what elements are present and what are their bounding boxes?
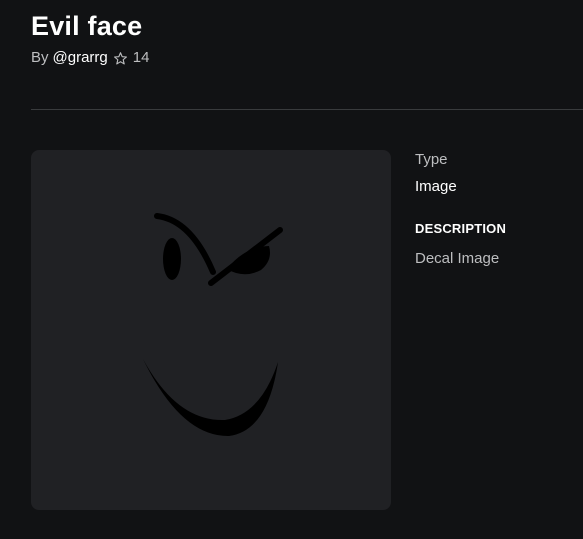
- item-title: Evil face: [31, 11, 143, 41]
- star-outline-icon[interactable]: [113, 51, 128, 66]
- evil-face-image: [143, 213, 283, 437]
- type-label: Type: [415, 151, 448, 168]
- item-details-page: Evil face By @grarrg 14 Type Image DESCR…: [0, 0, 583, 539]
- by-label: By: [31, 49, 49, 66]
- item-byline: By @grarrg 14: [31, 48, 149, 68]
- creator-link[interactable]: @grarrg: [53, 48, 108, 68]
- description-heading: DESCRIPTION: [415, 221, 507, 236]
- item-details-panel: Type Image DESCRIPTION Decal Image: [415, 150, 583, 269]
- header-divider: [31, 109, 583, 110]
- favorites-count: 14: [132, 49, 150, 66]
- type-value: Image: [415, 178, 457, 195]
- description-text: Decal Image: [415, 250, 500, 267]
- item-thumbnail: [31, 150, 391, 510]
